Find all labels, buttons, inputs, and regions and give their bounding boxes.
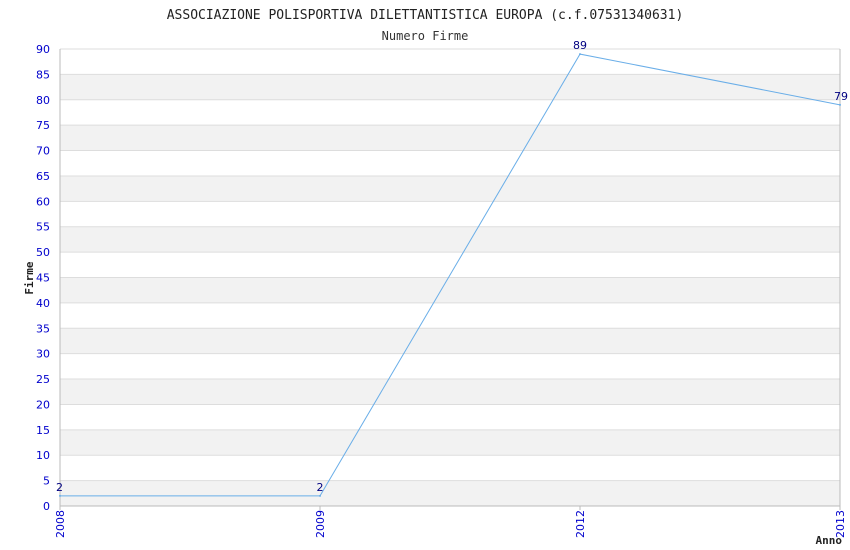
plot-band: [60, 99, 840, 126]
plot-band: [60, 125, 840, 151]
chart: 0 5 10 15 20 25 30 35 40 45 50 55 60 65 70 75 80 85 90 200…: [23, 8, 848, 547]
plot-band: [60, 201, 840, 227]
y-tick-label: 55: [36, 221, 50, 234]
plot-band: [60, 226, 840, 253]
x-tick-label: 2008: [54, 510, 67, 538]
chart-title: ASSOCIAZIONE POLISPORTIVA DILETTANTISTIC…: [167, 8, 684, 23]
x-tick-label: 2009: [314, 510, 327, 538]
data-point: [839, 103, 841, 106]
y-tick-label: 75: [36, 119, 50, 132]
plot-band: [60, 74, 840, 100]
data-point: [319, 494, 321, 497]
data-label: 2: [56, 481, 63, 494]
y-tick-label: 10: [36, 449, 50, 462]
plot-band: [60, 328, 840, 354]
plot-band: [60, 49, 840, 75]
chart-subtitle: Numero Firme: [382, 29, 469, 43]
y-tick-label: 25: [36, 373, 50, 386]
y-axis-title: Firme: [23, 261, 36, 294]
y-tick-label: 40: [36, 297, 50, 310]
x-tick-labels: 2008 2009 2012 2013: [54, 510, 847, 538]
plot-band: [60, 175, 840, 202]
data-point: [59, 494, 61, 497]
data-label: 79: [834, 90, 848, 103]
plot-band: [60, 404, 840, 430]
data-point: [579, 53, 581, 56]
y-tick-label: 60: [36, 195, 50, 208]
plot-band: [60, 353, 840, 380]
y-tick-label: 65: [36, 170, 50, 183]
plot-band: [60, 429, 840, 456]
y-tick-label: 80: [36, 94, 50, 107]
y-tick-label: 30: [36, 348, 50, 361]
plot-band: [60, 150, 840, 176]
y-tick-label: 20: [36, 398, 50, 411]
y-tick-label: 35: [36, 322, 50, 335]
y-tick-labels: 0 5 10 15 20 25 30 35 40 45 50 55 60 65 70 75 80 85 90: [36, 43, 50, 513]
plot-band: [60, 277, 840, 303]
x-tick-label: 2012: [574, 510, 587, 538]
plot-band: [60, 480, 840, 506]
plot-band: [60, 455, 840, 481]
y-tick-label: 45: [36, 272, 50, 285]
data-label: 89: [573, 39, 587, 52]
y-tick-label: 5: [43, 475, 50, 488]
data-label: 2: [317, 481, 324, 494]
plot-band: [60, 302, 840, 329]
y-tick-label: 85: [36, 68, 50, 81]
y-tick-label: 90: [36, 43, 50, 56]
y-tick-label: 15: [36, 424, 50, 437]
plot-band: [60, 252, 840, 278]
y-tick-label: 0: [43, 500, 50, 513]
y-tick-label: 70: [36, 145, 50, 158]
plot-band: [60, 379, 840, 405]
x-axis-title: Anno: [816, 534, 843, 547]
y-tick-label: 50: [36, 246, 50, 259]
